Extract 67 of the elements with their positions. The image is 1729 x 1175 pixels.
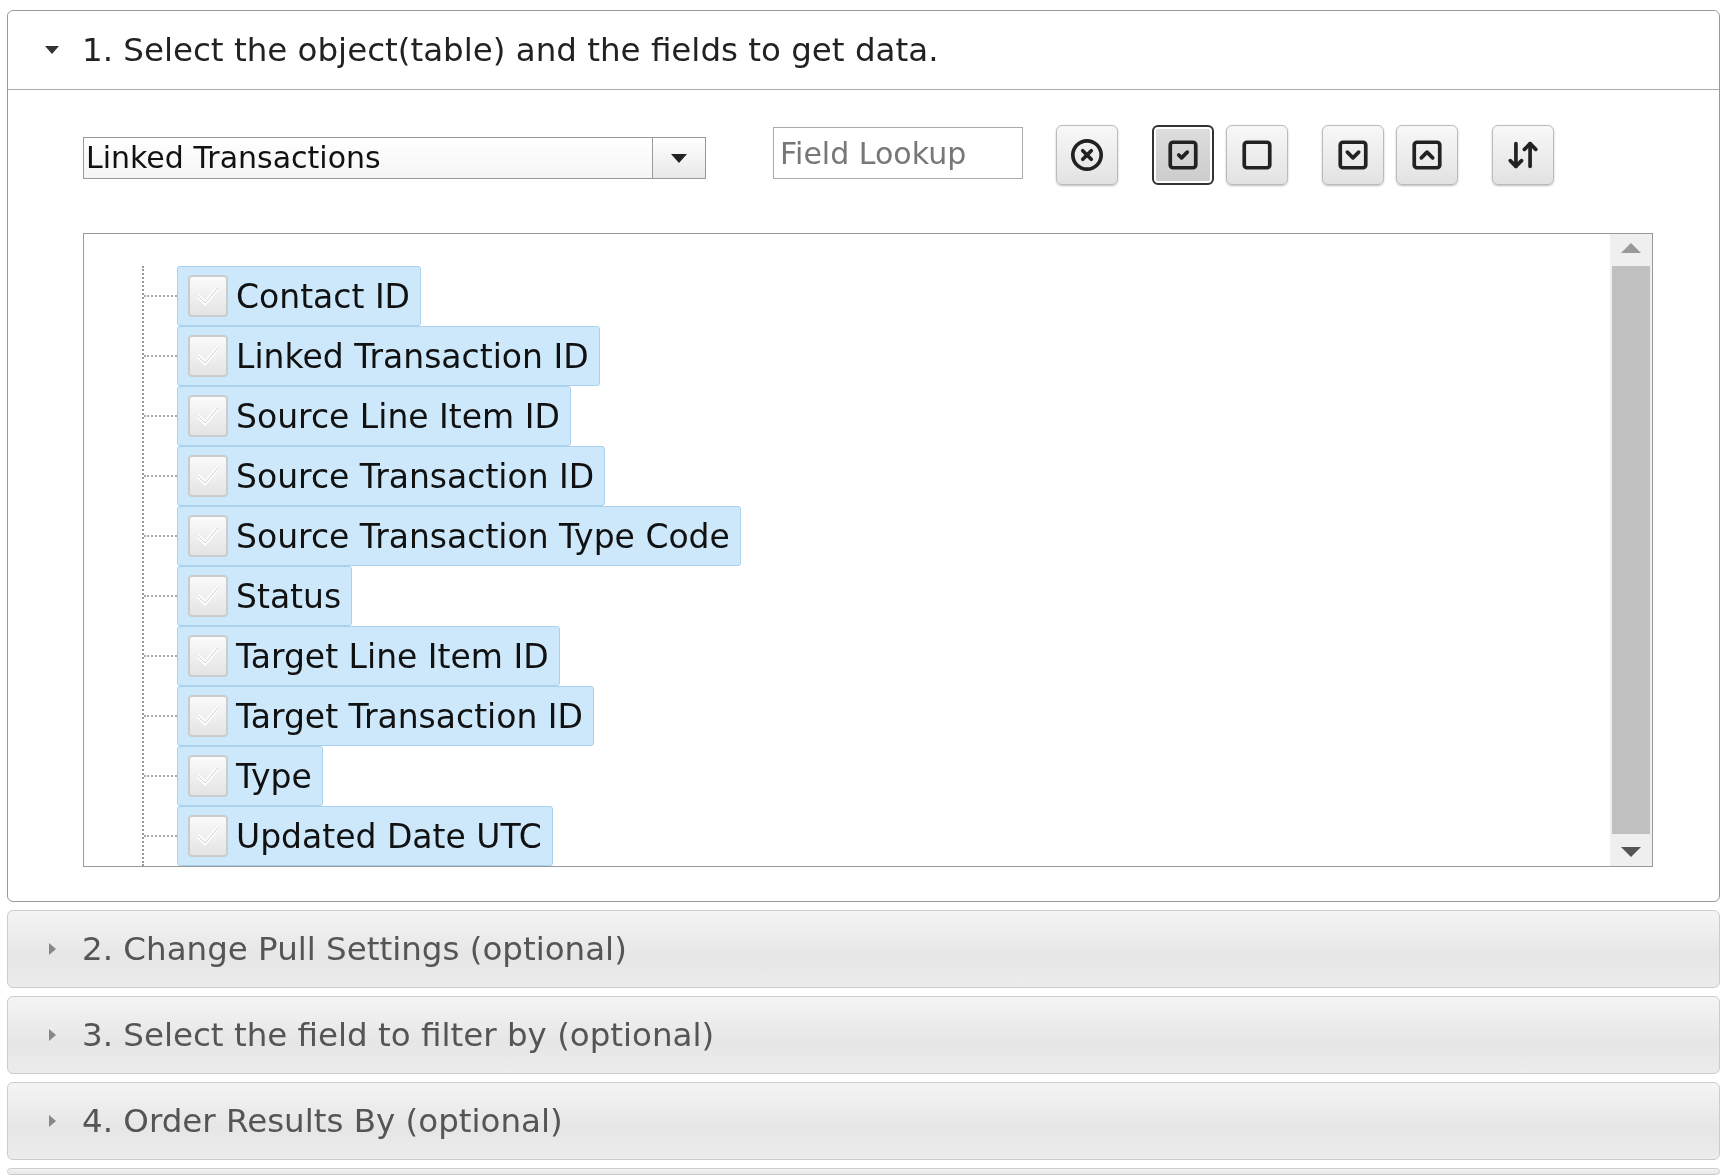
checkbox[interactable] xyxy=(188,815,228,857)
tree-item[interactable]: Source Transaction ID xyxy=(177,446,606,506)
field-label: Target Line Item ID xyxy=(236,636,549,676)
section-title: 1. Select the object(table) and the fields to get data. xyxy=(82,31,939,69)
tree-item[interactable]: Status xyxy=(177,566,353,626)
checkmark-icon xyxy=(195,824,221,848)
checkbox[interactable] xyxy=(188,755,228,797)
scrollbar-thumb[interactable] xyxy=(1612,266,1650,834)
chevron-down-square-icon xyxy=(1336,138,1370,172)
tree-item[interactable]: Target Line Item ID xyxy=(177,626,560,686)
checkmark-icon xyxy=(195,704,221,728)
checkbox[interactable] xyxy=(188,515,228,557)
checkmark-icon xyxy=(195,284,221,308)
checkbox[interactable] xyxy=(188,695,228,737)
scrollbar[interactable] xyxy=(1610,234,1652,866)
section-header[interactable]: 3. Select the field to filter by (optional) xyxy=(7,996,1720,1074)
checkbox[interactable] xyxy=(188,575,228,617)
field-lookup-input[interactable]: Field Lookup xyxy=(773,127,1023,179)
field-label: Status xyxy=(236,576,342,616)
section-title: 4. Order Results By (optional) xyxy=(82,1102,563,1140)
checkbox[interactable] xyxy=(188,455,228,497)
checkmark-icon xyxy=(195,344,221,368)
tree-item[interactable]: Contact ID xyxy=(177,266,422,326)
checkbox[interactable] xyxy=(188,275,228,317)
expand-button[interactable] xyxy=(1322,125,1384,185)
caret-icon xyxy=(668,152,690,164)
scroll-down-icon[interactable] xyxy=(1620,846,1642,858)
section-header[interactable] xyxy=(7,1168,1720,1175)
circle-x-icon xyxy=(1070,138,1104,172)
square-icon xyxy=(1240,138,1274,172)
scroll-up-icon[interactable] xyxy=(1620,242,1642,254)
checkmark-icon xyxy=(195,464,221,488)
tree-item[interactable]: Updated Date UTC xyxy=(177,806,553,866)
field-label: Source Line Item ID xyxy=(236,396,560,436)
sort-button[interactable] xyxy=(1492,125,1554,185)
checkbox[interactable] xyxy=(188,395,228,437)
collapse-button[interactable] xyxy=(1396,125,1458,185)
uncheck-all-button[interactable] xyxy=(1226,125,1288,185)
tree-item[interactable]: Source Transaction Type Code xyxy=(177,506,741,566)
section-header[interactable]: 2. Change Pull Settings (optional) xyxy=(7,910,1720,988)
object-dropdown[interactable]: Linked Transactions xyxy=(83,137,706,179)
tree-item[interactable]: Type xyxy=(177,746,323,806)
section-header[interactable]: 4. Order Results By (optional) xyxy=(7,1082,1720,1160)
field-label: Source Transaction ID xyxy=(236,456,595,496)
checkmark-icon xyxy=(195,524,221,548)
checkmark-icon xyxy=(195,584,221,608)
check-all-button[interactable] xyxy=(1152,125,1214,185)
tree-item[interactable]: Linked Transaction ID xyxy=(177,326,600,386)
section-header[interactable]: 1. Select the object(table) and the fields to get data. xyxy=(8,11,1719,90)
chevron-up-square-icon xyxy=(1410,138,1444,172)
section-title: 3. Select the field to filter by (optional) xyxy=(82,1016,715,1054)
checkmark-icon xyxy=(195,404,221,428)
field-label: Source Transaction Type Code xyxy=(236,516,730,556)
field-label: Type xyxy=(236,756,312,796)
checkbox[interactable] xyxy=(188,635,228,677)
checkmark-icon xyxy=(195,644,221,668)
field-label: Updated Date UTC xyxy=(236,816,542,856)
checkbox[interactable] xyxy=(188,335,228,377)
tree-item[interactable]: Source Line Item ID xyxy=(177,386,571,446)
field-label: Linked Transaction ID xyxy=(236,336,589,376)
field-label: Contact ID xyxy=(236,276,411,316)
clear-button[interactable] xyxy=(1056,125,1118,185)
checked-square-icon xyxy=(1166,138,1200,172)
section-title: 2. Change Pull Settings (optional) xyxy=(82,930,627,968)
checkmark-icon xyxy=(195,764,221,788)
tree-item[interactable]: Target Transaction ID xyxy=(177,686,594,746)
field-label: Target Transaction ID xyxy=(236,696,583,736)
